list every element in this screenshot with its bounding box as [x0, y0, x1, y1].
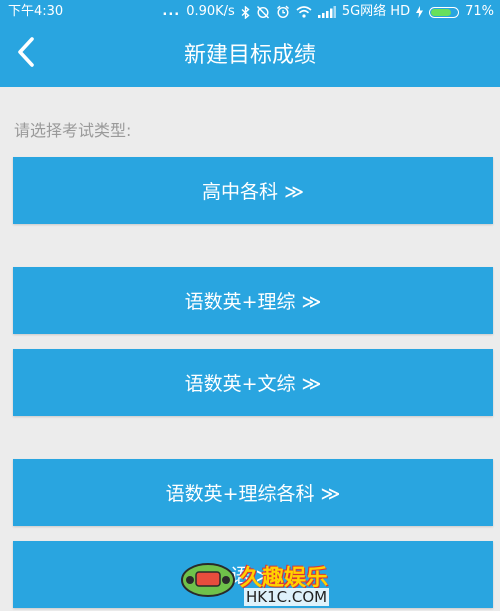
option-chinese-math-english-science-each[interactable]: 语数英+理综各科 ≫ [13, 459, 493, 526]
bluetooth-icon [241, 5, 250, 19]
option-label: 语数英+理综各科 ≫ [165, 483, 341, 505]
battery-percent: 71% [465, 4, 494, 19]
option-chinese-math-english-science[interactable]: 语数英+理综 ≫ [13, 267, 493, 334]
alarm-icon [276, 5, 290, 19]
network-type: 5G网络 HD [341, 4, 411, 19]
watermark-logo: 久趣娱乐 HK1C.COM [178, 548, 348, 611]
option-label: 语数英+理综 ≫ [184, 291, 322, 313]
alarm-off-icon [256, 5, 270, 19]
charging-icon [416, 6, 424, 18]
signal-icon [317, 6, 336, 18]
battery-icon [429, 6, 460, 18]
exam-type-prompt: 请选择考试类型: [14, 121, 132, 140]
option-label: 语数英+文综 ≫ [184, 373, 322, 395]
status-time: 下午4:30 [8, 4, 64, 19]
app-header: 下午4:30 ... 0.90K/s 5G网络 HD 71% 新建目标成绩 [0, 0, 500, 87]
status-bar: 下午4:30 ... 0.90K/s 5G网络 HD 71% [0, 0, 500, 24]
option-high-school-all-subjects[interactable]: 高中各科 ≫ [13, 157, 493, 224]
status-indicators: ... 0.90K/s 5G网络 HD 71% [162, 0, 494, 24]
option-chinese-math-english-liberal-arts[interactable]: 语数英+文综 ≫ [13, 349, 493, 416]
watermark-domain: HK1C.COM [244, 588, 330, 606]
gamepad-icon [181, 563, 235, 597]
wifi-icon [296, 6, 312, 18]
battery-fill [431, 8, 451, 16]
page-title: 新建目标成绩 [183, 43, 316, 68]
option-label: 高中各科 ≫ [202, 181, 304, 203]
network-speed: 0.90K/s [186, 4, 235, 19]
status-dots: ... [162, 4, 181, 19]
